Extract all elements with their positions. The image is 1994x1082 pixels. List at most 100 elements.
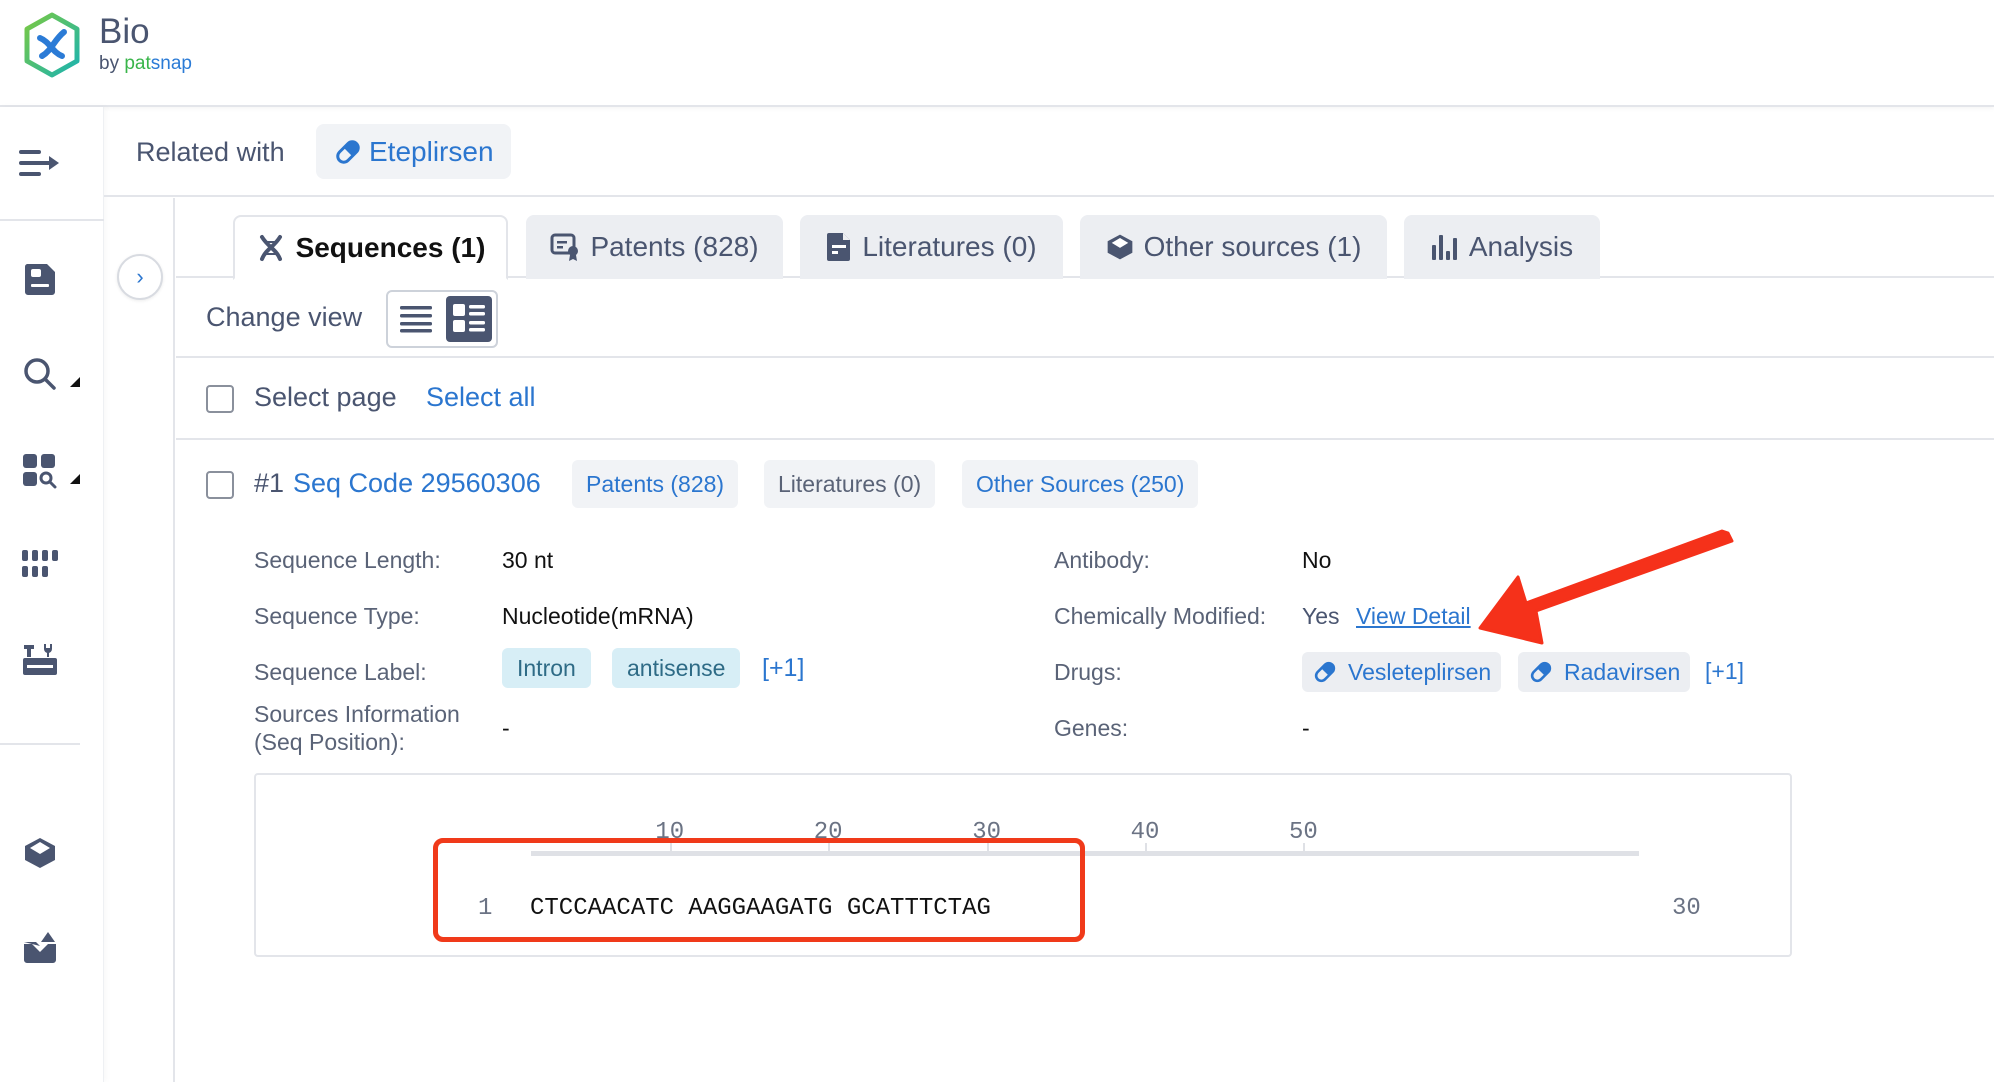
sidebar-divider xyxy=(0,743,80,745)
genes-label: Genes: xyxy=(1054,715,1129,741)
drugs-more[interactable]: [+1] xyxy=(1705,658,1744,685)
sources-info-value: - xyxy=(502,715,510,741)
sequence-start-position: 1 xyxy=(478,895,493,922)
pill-icon xyxy=(336,139,360,164)
sequence-viewer: 10 20 30 40 50 1 CTCCAACATC AAGGAAGATG GCATT… xyxy=(254,773,1792,957)
app-title: Bio xyxy=(99,12,150,51)
top-header: Bio by patsnap xyxy=(0,0,1994,107)
tab-other-sources[interactable]: Other sources (1) xyxy=(1080,215,1387,279)
select-all-link[interactable]: Select all xyxy=(426,382,536,413)
sources-info-label-line2: (Seq Position): xyxy=(254,729,405,755)
sidebar-item-export[interactable] xyxy=(18,925,62,969)
chemically-modified-label: Chemically Modified: xyxy=(1054,603,1267,629)
drug-name: Radavirsen xyxy=(1564,658,1681,685)
grid-search-icon xyxy=(23,454,57,489)
patent-icon xyxy=(550,233,579,261)
left-sidebar xyxy=(0,107,104,1082)
list-view-icon xyxy=(400,306,432,333)
view-detail-link[interactable]: View Detail xyxy=(1356,602,1471,630)
bio-logo-icon[interactable] xyxy=(22,12,82,78)
sequence-type-value: Nucleotide(mRNA) xyxy=(502,603,694,629)
drugs-label: Drugs: xyxy=(1054,659,1122,685)
result-tabs: Sequences (1) Patents (828) Literatures … xyxy=(176,198,1994,280)
related-entity-name: Eteplirsen xyxy=(369,135,494,167)
bar-chart-icon xyxy=(1431,235,1457,260)
sidebar-item-other-sources[interactable] xyxy=(18,831,62,875)
chemically-modified-value: Yes xyxy=(1302,603,1340,629)
sequence-length-value: 30 nt xyxy=(502,547,554,573)
record-patents-chip[interactable]: Patents (828) xyxy=(572,460,739,508)
record-other-sources-chip[interactable]: Other Sources (250) xyxy=(962,460,1199,508)
tab-sequences[interactable]: Sequences (1) xyxy=(233,215,508,280)
record-checkbox[interactable] xyxy=(206,471,234,499)
logo-brand-a: pat xyxy=(124,53,151,74)
ruler-line xyxy=(531,851,1639,856)
record-literatures-chip[interactable]: Literatures (0) xyxy=(764,460,936,508)
drug-chip-vesleteplirsen[interactable]: Vesleteplirsen xyxy=(1302,652,1502,692)
logo-by-text: by xyxy=(99,53,120,74)
search-icon xyxy=(24,358,56,390)
related-entity-chip[interactable]: Eteplirsen xyxy=(316,124,511,179)
sequence-label-label: Sequence Label: xyxy=(254,659,427,685)
view-mode-toggle xyxy=(386,290,498,348)
sequence-length-label: Sequence Length: xyxy=(254,547,441,573)
antibody-label: Antibody: xyxy=(1054,547,1150,573)
filter-panel-collapsed: › xyxy=(104,198,175,1082)
tab-label: Analysis xyxy=(1468,231,1574,262)
ruler-tick-label: 10 xyxy=(655,819,685,846)
sidebar-item-apps[interactable] xyxy=(18,542,62,586)
tab-label: Patents (828) xyxy=(590,231,759,262)
submenu-caret-icon xyxy=(70,474,80,484)
sidebar-item-grid-search[interactable] xyxy=(18,449,62,493)
list-view-button[interactable] xyxy=(393,296,439,342)
card-view-icon xyxy=(453,304,485,332)
view-toolbar: Change view xyxy=(176,280,1994,358)
ruler-tick-label: 30 xyxy=(972,819,1001,846)
toolbox-icon xyxy=(23,644,57,675)
cube-icon xyxy=(25,838,55,868)
menu-expand-button[interactable] xyxy=(18,141,62,185)
sidebar-item-saved[interactable] xyxy=(18,257,62,301)
genes-value: - xyxy=(1302,715,1310,741)
logo-brand-b: snap xyxy=(150,53,192,74)
tab-patents[interactable]: Patents (828) xyxy=(526,215,783,279)
sequence-end-position: 30 xyxy=(1672,895,1701,922)
tab-literatures[interactable]: Literatures (0) xyxy=(800,215,1063,279)
cube-icon xyxy=(1107,234,1132,260)
sidebar-item-tools[interactable] xyxy=(18,637,62,681)
drug-chip-radavirsen[interactable]: Radavirsen xyxy=(1518,652,1691,692)
sequence-type-label: Sequence Type: xyxy=(254,603,420,629)
antibody-value: No xyxy=(1302,547,1332,573)
inbox-export-icon xyxy=(24,932,56,963)
apps-grid-icon xyxy=(22,550,58,577)
seq-code-link[interactable]: Seq Code 29560306 xyxy=(293,468,541,499)
change-view-label: Change view xyxy=(206,302,363,332)
tab-label: Sequences (1) xyxy=(295,231,486,263)
pill-icon xyxy=(1314,661,1336,683)
tab-label: Literatures (0) xyxy=(862,231,1037,262)
drug-name: Vesleteplirsen xyxy=(1348,658,1492,685)
sequence-tag-intron[interactable]: Intron xyxy=(502,648,591,688)
submenu-caret-icon xyxy=(70,377,80,387)
card-view-button[interactable] xyxy=(446,296,492,342)
tab-analysis[interactable]: Analysis xyxy=(1404,215,1600,279)
document-icon xyxy=(827,233,851,261)
expand-panel-button[interactable]: › xyxy=(117,254,163,300)
sequence-tag-antisense[interactable]: antisense xyxy=(612,648,741,688)
select-page-checkbox[interactable] xyxy=(206,385,234,413)
ruler-tick-label: 50 xyxy=(1288,819,1318,846)
chevron-right-icon: › xyxy=(136,264,144,289)
related-label: Related with xyxy=(136,137,285,167)
sidebar-divider xyxy=(0,219,104,221)
tab-label: Other sources (1) xyxy=(1143,231,1362,262)
sequence-labels-more[interactable]: [+1] xyxy=(762,654,804,683)
pill-icon xyxy=(1530,661,1552,683)
ruler-tick-label: 20 xyxy=(813,819,843,846)
sources-info-label-line1: Sources Information xyxy=(254,701,460,727)
related-bar: Related with Eteplirsen xyxy=(104,107,1994,197)
app-subtitle: by patsnap xyxy=(99,53,192,75)
select-page-label: Select page xyxy=(254,382,397,412)
saved-document-icon xyxy=(24,264,55,295)
ruler-tick-label: 40 xyxy=(1130,819,1160,846)
sidebar-item-search[interactable] xyxy=(18,352,62,396)
